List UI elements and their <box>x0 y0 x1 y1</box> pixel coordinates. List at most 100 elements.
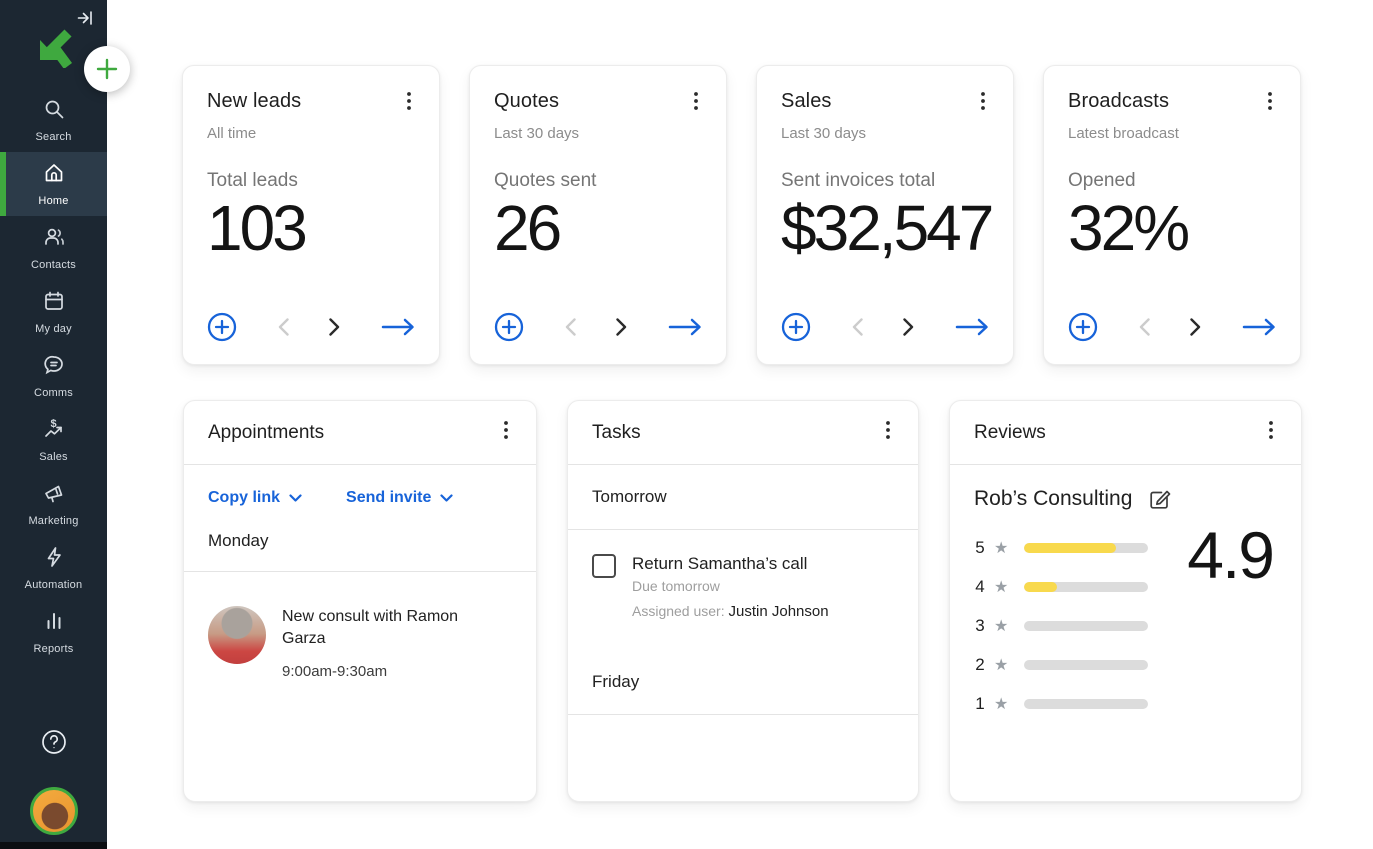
sidebar-item-label: Reports <box>34 643 74 655</box>
user-avatar[interactable] <box>30 787 78 835</box>
sidebar-item-marketing[interactable]: Marketing <box>0 472 107 536</box>
appointments-card: Appointments Copy link Send invite Monda… <box>183 400 537 802</box>
sidebar-item-label: Marketing <box>28 515 78 527</box>
card-title: Reviews <box>974 422 1046 444</box>
kebab-menu-icon[interactable] <box>500 419 512 446</box>
sidebar-item-search[interactable]: Search <box>0 88 107 152</box>
send-invite-dropdown[interactable]: Send invite <box>346 489 453 507</box>
stat-metric-label: Quotes sent <box>494 170 702 192</box>
stat-metric-label: Total leads <box>207 170 415 192</box>
sidebar-item-sales[interactable]: $ Sales <box>0 408 107 472</box>
sidebar-item-my-day[interactable]: My day <box>0 280 107 344</box>
sidebar-item-contacts[interactable]: Contacts <box>0 216 107 280</box>
expand-sidebar-icon[interactable] <box>77 10 93 31</box>
appointment-item[interactable]: New consult with Ramon Garza 9:00am-9:30… <box>184 572 536 714</box>
rating-bar <box>1024 660 1148 670</box>
task-item: Return Samantha’s call Due tomorrow Assi… <box>568 530 918 620</box>
go-to-report-arrow-icon[interactable] <box>381 318 415 336</box>
rating-bar <box>1024 543 1148 553</box>
edit-icon[interactable] <box>1148 488 1171 511</box>
home-icon <box>42 161 66 190</box>
task-assignee: Justin Johnson <box>729 603 829 620</box>
stat-value: 26 <box>494 196 702 260</box>
stat-value: 32% <box>1068 196 1276 260</box>
kebab-menu-icon[interactable] <box>882 419 894 446</box>
rating-star-count: 2 <box>974 655 986 675</box>
card-title: Sales <box>781 90 832 113</box>
chevron-left-icon <box>852 318 863 336</box>
rating-star-count: 5 <box>974 538 986 558</box>
stat-card-row: New leads All time Total leads 103 <box>182 65 1373 365</box>
sidebar-item-reports[interactable]: Reports <box>0 600 107 664</box>
rating-row: 3 ★ <box>974 615 1174 637</box>
sidebar-item-label: Comms <box>34 387 73 399</box>
go-to-report-arrow-icon[interactable] <box>1242 318 1276 336</box>
sidebar-bottom-strip <box>0 842 107 849</box>
appointment-contact-avatar <box>208 606 266 664</box>
kebab-menu-icon[interactable] <box>690 90 702 117</box>
chevron-right-icon[interactable] <box>1190 318 1201 336</box>
rating-breakdown: 5 ★ 4 ★ 3 ★ 2 <box>974 537 1174 715</box>
sidebar-item-home[interactable]: Home <box>0 152 107 216</box>
chevron-right-icon[interactable] <box>616 318 627 336</box>
task-assigned-label: Assigned user: <box>632 603 729 619</box>
rating-row: 1 ★ <box>974 693 1174 715</box>
sidebar-item-label: Contacts <box>31 259 76 271</box>
card-title: Tasks <box>592 422 641 444</box>
sidebar-nav: Search Home Contacts <box>0 88 107 664</box>
add-circle-icon[interactable] <box>1068 312 1098 342</box>
sidebar-item-label: Automation <box>25 579 83 591</box>
copy-link-dropdown[interactable]: Copy link <box>208 489 302 507</box>
stat-value: 103 <box>207 196 415 260</box>
star-icon: ★ <box>994 577 1008 597</box>
stat-card-broadcasts: Broadcasts Latest broadcast Opened 32% <box>1043 65 1301 365</box>
quick-add-button[interactable] <box>84 46 130 92</box>
chevron-right-icon[interactable] <box>903 318 914 336</box>
sidebar-item-comms[interactable]: Comms <box>0 344 107 408</box>
task-title[interactable]: Return Samantha’s call <box>632 554 829 574</box>
rating-bar <box>1024 582 1148 592</box>
sidebar-item-label: My day <box>35 323 72 335</box>
kebab-menu-icon[interactable] <box>977 90 989 117</box>
lower-card-row: Appointments Copy link Send invite Monda… <box>183 400 1373 802</box>
send-invite-label: Send invite <box>346 489 431 507</box>
go-to-report-arrow-icon[interactable] <box>955 318 989 336</box>
comms-icon <box>42 353 66 382</box>
business-name: Rob’s Consulting <box>974 487 1132 511</box>
chevron-right-icon[interactable] <box>329 318 340 336</box>
add-circle-icon[interactable] <box>781 312 811 342</box>
star-icon: ★ <box>994 616 1008 636</box>
add-circle-icon[interactable] <box>494 312 524 342</box>
star-icon: ★ <box>994 694 1008 714</box>
help-icon[interactable] <box>40 728 68 761</box>
chevron-left-icon <box>565 318 576 336</box>
rating-row: 2 ★ <box>974 654 1174 676</box>
star-icon: ★ <box>994 655 1008 675</box>
card-title: New leads <box>207 90 301 113</box>
rating-star-count: 3 <box>974 616 986 636</box>
kebab-menu-icon[interactable] <box>403 90 415 117</box>
add-circle-icon[interactable] <box>207 312 237 342</box>
chevron-down-icon <box>289 494 302 502</box>
main-content: New leads All time Total leads 103 <box>107 0 1373 849</box>
rating-row: 4 ★ <box>974 576 1174 598</box>
sales-icon: $ <box>42 417 66 446</box>
stat-metric-label: Sent invoices total <box>781 170 989 192</box>
card-title: Broadcasts <box>1068 90 1169 113</box>
search-icon <box>42 97 66 126</box>
go-to-report-arrow-icon[interactable] <box>668 318 702 336</box>
chevron-left-icon <box>278 318 289 336</box>
tasks-section-label: Friday <box>568 620 918 715</box>
stat-card-new-leads: New leads All time Total leads 103 <box>182 65 440 365</box>
reviews-card: Reviews Rob’s Consulting <box>949 400 1302 802</box>
sidebar-item-automation[interactable]: Automation <box>0 536 107 600</box>
kebab-menu-icon[interactable] <box>1265 419 1277 446</box>
stat-period: All time <box>207 125 415 142</box>
stat-period: Last 30 days <box>494 125 702 142</box>
reports-icon <box>42 609 66 638</box>
marketing-icon <box>42 481 66 510</box>
stat-period: Latest broadcast <box>1068 125 1276 142</box>
kebab-menu-icon[interactable] <box>1264 90 1276 117</box>
keap-logo[interactable] <box>33 26 75 73</box>
task-checkbox[interactable] <box>592 554 616 578</box>
